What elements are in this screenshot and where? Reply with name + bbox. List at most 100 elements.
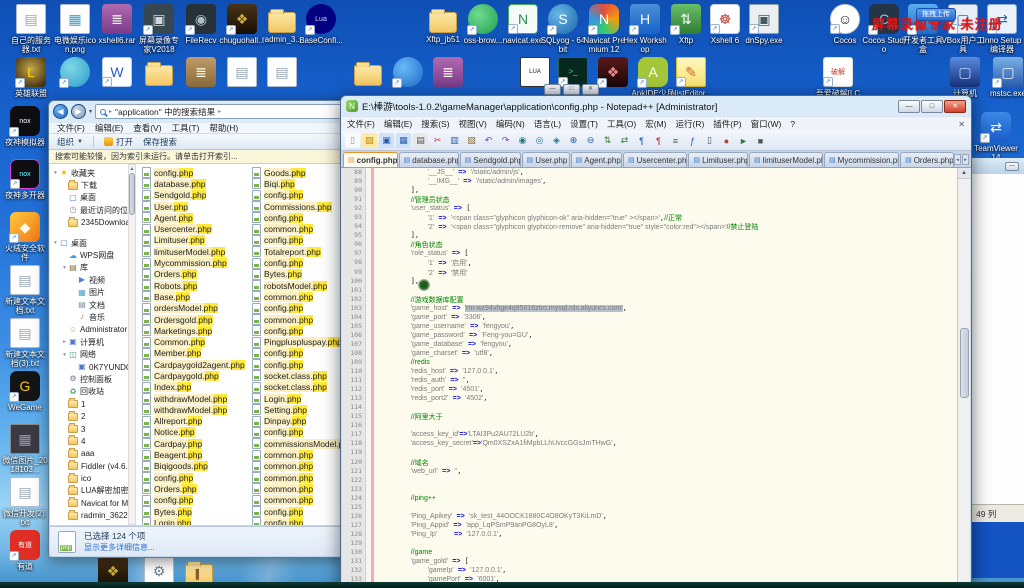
menu-item[interactable]: 编辑(E) [384, 118, 412, 130]
desktop-icon[interactable]: ▦微信图片_2018103... [2, 424, 48, 474]
redo-icon[interactable]: ↷ [498, 133, 513, 148]
file-item[interactable]: Setting.php [252, 404, 352, 415]
file-item[interactable]: withdrawModel.php [142, 404, 242, 415]
sidebar-item[interactable]: ♪音乐 [50, 311, 128, 323]
desktop-icon[interactable]: ≣ [425, 57, 471, 89]
menu-item[interactable]: 窗口(W) [751, 118, 782, 130]
file-item[interactable]: socket.class.php [252, 370, 352, 381]
copy-icon[interactable]: ▥ [447, 133, 462, 148]
code-line[interactable]: 129 [342, 539, 957, 548]
close-button[interactable]: ✕ [944, 100, 966, 113]
file-item[interactable]: common.php [252, 483, 352, 494]
code-line[interactable]: 99 '2' => '禁用' [342, 268, 957, 277]
editor-scrollbar[interactable]: ▲ [957, 168, 970, 588]
file-item[interactable]: Index.php [142, 382, 242, 393]
file-item[interactable]: Orders.php [142, 483, 242, 494]
code-line[interactable]: 127 'Ping_Appid' => 'app_LqPSmP9anPG8OyL… [342, 521, 957, 530]
tab-User.php[interactable]: ▤User.php✕ [522, 152, 570, 167]
sidebar-item[interactable]: ♻回收站 [50, 386, 128, 398]
sidebar-item[interactable]: 4 [50, 435, 128, 447]
sync-scroll-v-icon[interactable]: ⇅ [600, 133, 615, 148]
sidebar-item[interactable]: 2345Download... [50, 217, 128, 229]
sidebar-item[interactable]: ▢桌面 [50, 192, 128, 204]
scrollbar-thumb[interactable] [129, 173, 135, 215]
sidebar-item[interactable]: LUA解密加密 [50, 485, 128, 497]
tab-Sendgold.php[interactable]: ▤Sendgold.php✕ [460, 152, 521, 167]
code-line[interactable]: 93 '1' => '<span class="glyphicon glyphi… [342, 213, 957, 222]
sync-scroll-h-icon[interactable]: ⇄ [617, 133, 632, 148]
desktop-icon[interactable]: NNavicat Premium 12 [581, 4, 627, 54]
new-file-icon[interactable]: ▯ [345, 133, 360, 148]
undo-icon[interactable]: ↶ [481, 133, 496, 148]
sidebar-item[interactable]: 3 [50, 423, 128, 435]
menu-item[interactable]: 编码(N) [496, 118, 525, 130]
code-line[interactable]: 114 [342, 403, 957, 412]
file-item[interactable]: Marketings.php [142, 325, 242, 336]
paste-icon[interactable]: ▧ [464, 133, 479, 148]
desktop-icon[interactable]: SSQLyog - 64 bit [540, 4, 586, 54]
code-line[interactable]: 92 'user_status' => [ [342, 204, 957, 213]
tab-Agent.php[interactable]: ▤Agent.php✕ [571, 152, 622, 167]
file-item[interactable]: Cardpaygold.php [142, 370, 242, 381]
file-item[interactable]: database.php [142, 178, 242, 189]
taskbar[interactable] [0, 582, 1024, 588]
more-details-link[interactable]: 显示更多详细信息... [84, 542, 155, 553]
file-item[interactable]: config.php [252, 190, 352, 201]
code-editor[interactable]: 88 '__JS__' => '/static/admin/js',89 '__… [342, 168, 957, 588]
file-item[interactable]: Cardpaygold2agent.php [142, 359, 242, 370]
desktop-icon[interactable] [136, 57, 182, 88]
sidebar-item[interactable]: ⚙控制面板 [50, 373, 128, 385]
desktop-icon[interactable]: ◆火绒安全软件 [2, 212, 48, 262]
file-item[interactable]: robotsModel.php [252, 280, 352, 291]
file-item[interactable]: Totalreport.php [252, 246, 352, 257]
desktop-icon[interactable]: GWeGame [2, 371, 48, 412]
sidebar-item[interactable]: ▾★收藏夹 [50, 167, 128, 179]
index-notice-bar[interactable]: 搜索可能较慢，因为索引未运行。请单击打开索引... [49, 150, 361, 164]
file-item[interactable]: Bytes.php [252, 269, 352, 280]
code-line[interactable]: 91 //管理员状态 [342, 195, 957, 204]
zoom-out-icon[interactable]: ⊖ [583, 133, 598, 148]
expander-icon[interactable]: ▾ [52, 170, 59, 176]
file-item[interactable]: ordersModel.php [142, 303, 242, 314]
macro-stop-icon[interactable]: ■ [753, 133, 768, 148]
file-item[interactable]: withdrawModel.php [142, 393, 242, 404]
file-item[interactable]: config.php [252, 257, 352, 268]
code-line[interactable]: 119 [342, 448, 957, 457]
code-line[interactable]: 109 //redis [342, 358, 957, 367]
replace-icon[interactable]: ◎ [532, 133, 547, 148]
file-item[interactable]: Agent.php [142, 212, 242, 223]
sidebar-scrollbar[interactable]: ▲ [128, 164, 136, 525]
file-item[interactable]: Notice.php [142, 427, 242, 438]
sidebar-item[interactable]: ▶视频 [50, 274, 128, 286]
file-item[interactable]: Pingpluspluspay.php [252, 336, 352, 347]
file-item[interactable]: Bytes.php [142, 506, 242, 517]
code-line[interactable]: 105 'game_username' => 'fengyou', [342, 322, 957, 331]
sidebar-item[interactable]: aaa [50, 448, 128, 460]
code-line[interactable]: 112 'redis_port' => '4501', [342, 385, 957, 394]
sidebar-item[interactable]: ▸▣计算机 [50, 336, 128, 348]
tab-Limituser.php[interactable]: ▤Limituser.php✕ [688, 152, 748, 167]
background-window-button[interactable]: — [544, 84, 561, 95]
find-in-files-icon[interactable]: ◈ [549, 133, 564, 148]
code-line[interactable]: 131 'game_gold' => [ [342, 557, 957, 566]
menu-item[interactable]: 搜索(S) [421, 118, 449, 130]
desktop-icon[interactable]: ▦电微娱乐icon.png [52, 4, 98, 54]
find-icon[interactable]: ◉ [515, 133, 530, 148]
desktop-icon[interactable]: ≣xshell6.rar [94, 4, 140, 45]
sidebar-item[interactable]: ▦图片 [50, 287, 128, 299]
desktop-icon[interactable]: ✎plistEditor... [668, 57, 714, 98]
code-line[interactable]: 100 ], [342, 277, 957, 286]
scroll-up-icon[interactable]: ▲ [130, 165, 135, 173]
desktop-icon[interactable]: nox夜神多开器 [2, 159, 48, 200]
file-item[interactable]: Orders.php [142, 269, 242, 280]
menu-item[interactable]: 宏(M) [645, 118, 666, 130]
file-item[interactable]: commissionsModel.php [252, 438, 352, 449]
sidebar-item[interactable]: ☺Administrator [50, 324, 128, 336]
print-icon[interactable]: ▤ [413, 133, 428, 148]
code-line[interactable]: 95 ], [342, 231, 957, 240]
file-item[interactable]: config.php [252, 212, 352, 223]
file-item[interactable]: config.php [252, 325, 352, 336]
file-item[interactable]: Login.php [142, 517, 242, 525]
indent-guide-icon[interactable]: ≡ [668, 133, 683, 148]
file-item[interactable]: Base.php [142, 291, 242, 302]
